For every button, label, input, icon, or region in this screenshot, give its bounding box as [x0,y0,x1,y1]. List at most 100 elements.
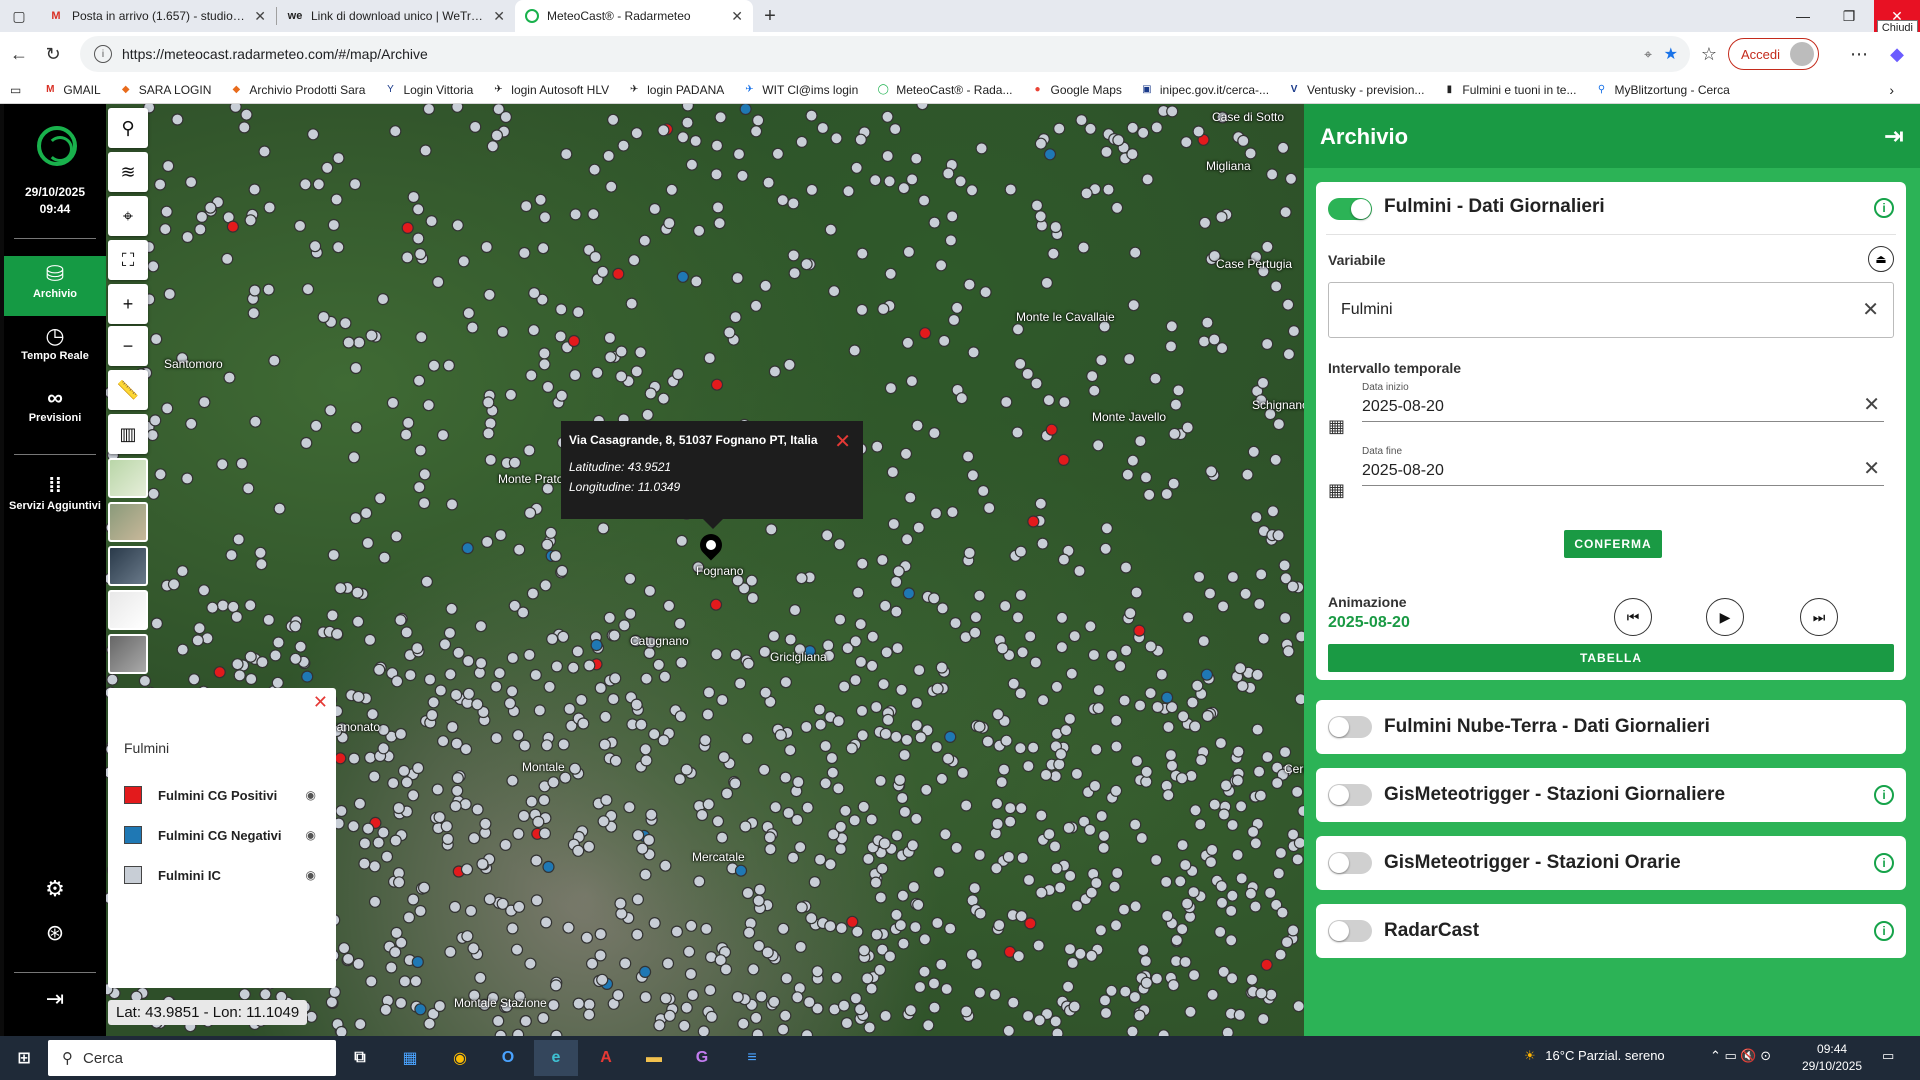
lightning-strike-marker[interactable] [1133,699,1147,712]
lightning-strike-marker[interactable] [547,776,560,789]
lightning-strike-marker[interactable] [1099,1006,1113,1020]
lightning-strike-marker[interactable] [973,848,986,862]
lightning-strike-marker[interactable] [1226,889,1239,902]
lightning-strike-marker[interactable] [365,329,378,342]
lightning-strike-marker[interactable] [496,325,509,338]
lightning-strike-marker[interactable] [966,469,980,482]
lightning-strike-marker[interactable] [1062,821,1075,835]
bookmark-item[interactable]: Y Login Vittoria [383,83,473,97]
lightning-strike-marker[interactable] [1261,750,1274,764]
lightning-strike-marker[interactable] [1251,723,1264,736]
lightning-strike-marker[interactable] [1279,611,1292,625]
lightning-strike-marker[interactable] [729,311,742,324]
lightning-strike-marker[interactable] [1021,1009,1035,1023]
lightning-strike-marker[interactable] [385,961,398,974]
lightning-strike-marker[interactable] [506,774,519,787]
lightning-strike-marker[interactable] [909,920,922,934]
lightning-strike-marker[interactable] [368,860,381,873]
lightning-strike-marker[interactable] [358,857,371,870]
lightning-strike-marker[interactable] [833,538,846,551]
lightning-strike-marker[interactable] [1086,370,1099,383]
lightning-strike-marker[interactable] [490,129,503,142]
browser-tab-meteocast[interactable]: MeteoCast® - Radarmeteo ✕ [515,0,753,32]
lightning-strike-marker[interactable] [935,661,948,674]
lightning-strike-marker[interactable] [749,125,763,138]
lightning-strike-marker[interactable] [1206,988,1219,1001]
lightning-strike-marker[interactable] [643,584,657,597]
lightning-strike-marker[interactable] [309,240,322,253]
lightning-strike-marker[interactable] [147,260,160,273]
lightning-strike-marker[interactable] [1162,720,1175,734]
locate-crosshair-icon[interactable]: ⌖ [108,196,148,236]
lightning-strike-marker[interactable] [1112,134,1125,147]
lightning-strike-marker[interactable] [181,472,194,485]
lightning-strike-marker[interactable] [710,378,724,391]
lightning-strike-marker[interactable] [1084,122,1097,135]
lightning-strike-marker[interactable] [930,740,943,754]
lightning-strike-marker[interactable] [960,1005,973,1018]
lightning-strike-marker[interactable] [394,727,407,741]
lightning-strike-marker[interactable] [759,279,772,292]
lightning-strike-marker[interactable] [849,673,862,687]
lightning-strike-marker[interactable] [852,586,865,599]
lightning-strike-marker[interactable] [661,957,675,970]
lightning-strike-marker[interactable] [609,754,622,767]
lightning-strike-marker[interactable] [461,930,474,943]
lightning-strike-marker[interactable] [1099,542,1112,555]
lightning-strike-marker[interactable] [890,730,903,743]
lightning-strike-marker[interactable] [670,925,684,938]
tab-actions-icon[interactable]: ▢ [0,0,38,32]
lightning-strike-marker[interactable] [1234,662,1247,675]
lightning-strike-marker[interactable] [159,223,172,236]
lightning-strike-marker[interactable] [702,686,716,699]
lightning-strike-marker[interactable] [657,392,670,405]
lightning-strike-marker[interactable] [1270,280,1283,293]
lightning-strike-marker[interactable] [1255,568,1268,581]
lightning-strike-marker[interactable] [310,419,323,432]
lightning-strike-marker[interactable] [1175,772,1189,785]
lightning-strike-marker[interactable] [402,911,416,924]
lightning-strike-marker[interactable] [1129,818,1142,831]
lightning-strike-marker[interactable] [825,751,839,765]
lightning-strike-marker[interactable] [856,247,869,260]
lightning-strike-marker[interactable] [990,797,1004,810]
lightning-strike-marker[interactable] [475,656,488,670]
lightning-strike-marker[interactable] [238,988,251,1001]
lightning-strike-marker[interactable] [374,492,387,505]
lightning-strike-marker[interactable] [562,921,575,934]
lightning-strike-marker[interactable] [191,634,204,647]
lightning-strike-marker[interactable] [229,104,242,113]
lightning-strike-marker[interactable] [855,303,869,316]
lightning-strike-marker[interactable] [1192,125,1205,138]
lightning-strike-marker[interactable] [524,957,537,970]
lightning-strike-marker[interactable] [751,1028,764,1036]
lightning-strike-marker[interactable] [1002,1024,1015,1036]
lightning-strike-marker[interactable] [1117,903,1131,916]
lightning-strike-marker[interactable] [887,517,900,531]
lightning-strike-marker[interactable] [751,114,765,127]
lightning-strike-marker[interactable] [767,995,781,1008]
lightning-strike-marker[interactable] [1124,607,1137,620]
lightning-strike-marker[interactable] [446,720,459,734]
lightning-strike-marker[interactable] [262,613,275,627]
lightning-strike-marker[interactable] [1261,240,1274,253]
lightning-strike-marker[interactable] [444,668,457,681]
lightning-strike-marker[interactable] [1144,687,1157,700]
lightning-strike-marker[interactable] [1134,435,1147,448]
lightning-strike-marker[interactable] [503,697,517,710]
lightning-strike-marker[interactable] [518,246,531,260]
lightning-strike-marker[interactable] [648,728,661,741]
lightning-strike-marker[interactable] [414,444,427,457]
lightning-strike-marker[interactable] [791,813,804,827]
lightning-strike-marker[interactable] [854,133,867,146]
lightning-strike-marker[interactable] [451,104,464,113]
collapse-panel-icon[interactable]: ⇥ [1884,122,1904,151]
store-icon[interactable]: ▦ [388,1040,432,1076]
lightning-strike-marker[interactable] [1150,853,1163,867]
lightning-strike-marker[interactable] [1251,668,1264,681]
lightning-strike-marker[interactable] [1102,183,1115,196]
lightning-strike-marker[interactable] [1272,418,1286,431]
bookmark-item[interactable]: ✈ login Autosoft HLV [491,83,609,97]
lightning-strike-marker[interactable] [1068,629,1081,643]
lightning-strike-marker[interactable] [774,728,787,742]
